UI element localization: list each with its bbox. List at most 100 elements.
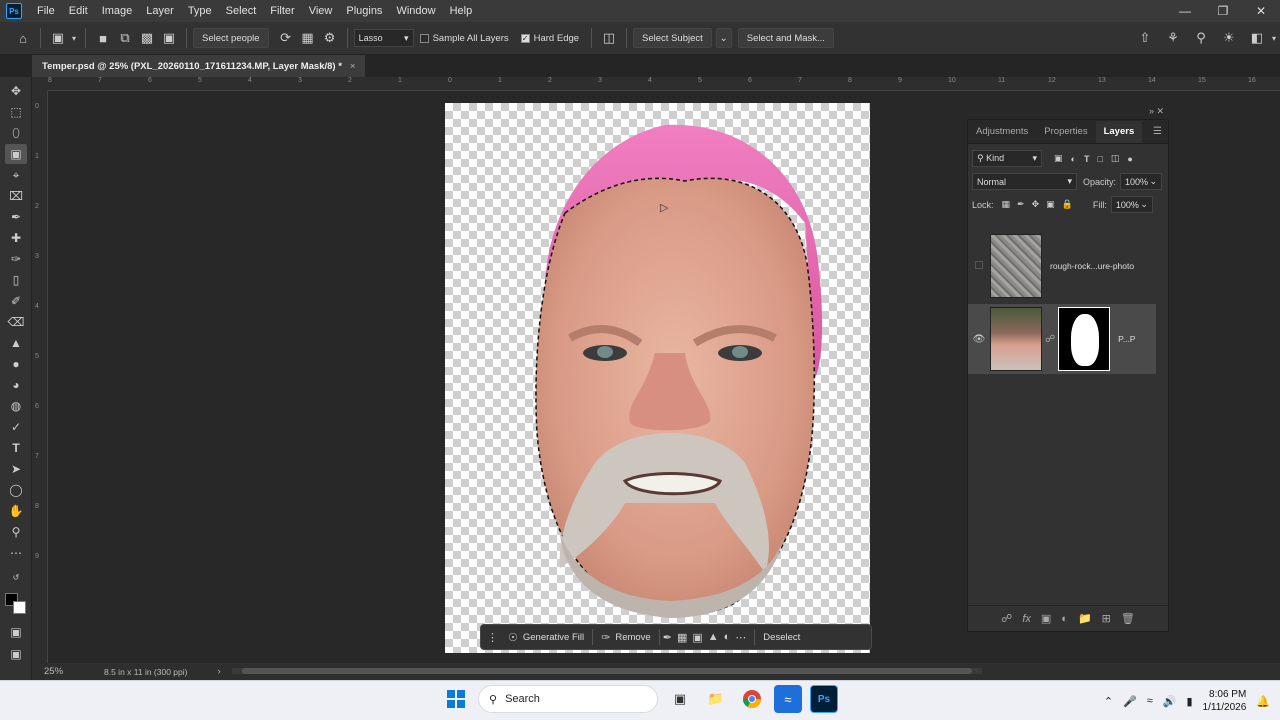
filter-pixel-icon[interactable]: ▣ [1054, 153, 1063, 164]
eraser-tool-icon[interactable]: ⌫ [5, 312, 27, 332]
refresh-icon[interactable]: ⟳ [275, 27, 297, 49]
new-layer-icon[interactable]: ⊞ [1102, 612, 1111, 625]
lock-artboard-icon[interactable]: ▣ [1046, 199, 1055, 210]
crop-tool-icon[interactable]: ⌖ [5, 165, 27, 185]
chrome-icon[interactable] [738, 685, 766, 713]
transform-selection-icon[interactable]: ▦ [677, 631, 687, 644]
drag-handle-icon[interactable]: ⋮ [487, 631, 498, 644]
tool-preset-icon[interactable]: ▣ [47, 27, 69, 49]
add-mask-icon[interactable]: ▣ [1041, 612, 1051, 625]
quick-mask-icon[interactable]: ▣ [5, 622, 27, 642]
menu-edit[interactable]: Edit [62, 0, 95, 22]
menu-window[interactable]: Window [389, 0, 442, 22]
filter-adjustment-icon[interactable]: ◐ [1071, 154, 1076, 164]
bell-icon[interactable]: ⚘ [1162, 27, 1184, 49]
lock-image-icon[interactable]: ✒ [1017, 199, 1025, 210]
horizontal-ruler[interactable]: 8 7 6 5 4 3 2 1 0 1 2 3 4 5 6 7 8 9 10 11 12 13 14 15 16 [48, 77, 1280, 91]
workspace-icon[interactable]: ◧ [1246, 27, 1268, 49]
lasso-tool-icon[interactable]: ⬯ [5, 123, 27, 143]
new-selection-icon[interactable]: ■ [92, 27, 114, 49]
battery-icon[interactable]: ▮ [1186, 695, 1192, 708]
panel-collapse-icon[interactable]: » ✕ [1149, 106, 1164, 117]
object-finder-icon[interactable]: ▦ [297, 27, 319, 49]
select-people-button[interactable]: Select people [193, 28, 269, 48]
maximize-icon[interactable]: ❐ [1204, 0, 1242, 22]
document-tab[interactable]: Temper.psd @ 25% (PXL_20260110_171611234… [32, 55, 366, 77]
panel-menu-icon[interactable]: ☰ [1153, 121, 1162, 143]
history-brush-tool-icon[interactable]: ✐ [5, 291, 27, 311]
filter-type-icon[interactable]: T [1084, 154, 1090, 164]
background-color-swatch[interactable] [13, 601, 26, 614]
new-group-icon[interactable]: 📁 [1078, 612, 1092, 625]
chevron-up-icon[interactable]: ⌃ [1104, 695, 1113, 708]
type-tool-icon[interactable]: T [5, 438, 27, 458]
trash-icon[interactable]: 🗑 [1121, 612, 1135, 625]
remove-button[interactable]: ✑ Remove [601, 631, 651, 644]
opacity-input[interactable]: 100% ⌄ [1120, 173, 1163, 190]
layer-name[interactable]: rough-rock...ure-photo [1050, 261, 1134, 271]
task-view-icon[interactable]: ▣ [666, 685, 694, 713]
pen-tool-icon[interactable]: ✓ [5, 417, 27, 437]
gear-icon[interactable]: ⚙ [319, 27, 341, 49]
modify-selection-icon[interactable]: ✒ [663, 631, 672, 644]
layer-row[interactable]: rough-rock...ure-photo [968, 231, 1156, 301]
menu-image[interactable]: Image [95, 0, 140, 22]
add-selection-icon[interactable]: ⧉ [114, 27, 136, 49]
path-selection-tool-icon[interactable]: ➤ [5, 459, 27, 479]
hard-edge-checkbox[interactable]: ✓ Hard Edge [520, 33, 579, 44]
paint-bucket-tool-icon[interactable]: ▲ [5, 333, 27, 353]
search-icon[interactable]: ⚲ [1190, 27, 1212, 49]
layer-row-selected[interactable]: 👁 ☍ P...P [968, 304, 1156, 374]
healing-brush-tool-icon[interactable]: ✚ [5, 228, 27, 248]
adjustment-layer-icon[interactable]: ◐ [724, 631, 731, 643]
object-selection-tool-icon[interactable]: ▣ [5, 144, 27, 164]
menu-file[interactable]: File [30, 0, 62, 22]
photoshop-taskbar-icon[interactable]: Ps [810, 685, 838, 713]
feedback-icon[interactable]: ◫ [598, 27, 620, 49]
close-tab-icon[interactable]: × [350, 61, 356, 72]
frame-tool-icon[interactable]: ⌧ [5, 186, 27, 206]
eye-icon[interactable]: 👁 [968, 334, 990, 345]
chevron-right-icon[interactable]: › [217, 666, 220, 677]
discover-icon[interactable]: ☀ [1218, 27, 1240, 49]
share-icon[interactable]: ⇧ [1134, 27, 1156, 49]
lock-all-icon[interactable]: 🔒 [1062, 199, 1073, 210]
canvas-area[interactable]: ▷ ⋮ ☉ Generative Fill ✑ Remove ✒ ▦ ▣ ▲ ◐ ⋯… [48, 91, 1280, 663]
minimize-icon[interactable]: — [1166, 0, 1204, 22]
blur-tool-icon[interactable]: ● [5, 354, 27, 374]
fill-input[interactable]: 100% ⌄ [1110, 196, 1153, 213]
menu-plugins[interactable]: Plugins [339, 0, 389, 22]
link-icon[interactable]: ☍ [1045, 334, 1055, 345]
mode-select[interactable]: Lasso ▾ [353, 29, 414, 47]
zoom-level[interactable]: 25% [44, 666, 104, 677]
home-icon[interactable]: ⌂ [12, 27, 34, 49]
menu-view[interactable]: View [302, 0, 340, 22]
smudge-tool-icon[interactable]: ◍ [5, 396, 27, 416]
select-subject-dropdown[interactable]: ⌄ [715, 28, 732, 48]
deselect-button[interactable]: Deselect [763, 632, 800, 643]
tab-adjustments[interactable]: Adjustments [968, 121, 1036, 143]
tab-layers[interactable]: Layers [1095, 121, 1143, 143]
eyedropper-tool-icon[interactable]: ✒ [5, 207, 27, 227]
filter-shape-icon[interactable]: □ [1097, 154, 1102, 164]
link-layers-icon[interactable]: ☍ [1001, 612, 1012, 625]
visibility-toggle-icon[interactable] [968, 260, 990, 272]
clock[interactable]: 8:06 PM 1/11/2026 [1203, 688, 1247, 714]
zoom-tool-icon[interactable]: ⚲ [5, 522, 27, 542]
new-adjustment-icon[interactable]: ◐ [1061, 613, 1068, 625]
brush-tool-icon[interactable]: ✑ [5, 249, 27, 269]
menu-layer[interactable]: Layer [139, 0, 181, 22]
layer-mask-thumbnail[interactable] [1058, 307, 1111, 371]
more-tools-icon[interactable]: ⋯ [5, 543, 27, 563]
app-icon[interactable]: ≈ [774, 685, 802, 713]
sample-all-layers-checkbox[interactable]: Sample All Layers [419, 33, 509, 44]
filter-kind-select[interactable]: ⚲ Kind ▾ [972, 150, 1042, 167]
more-options-icon[interactable]: ⋯ [735, 631, 746, 644]
document-canvas[interactable] [445, 103, 870, 653]
filter-toggle-icon[interactable]: ● [1127, 154, 1132, 164]
blend-mode-select[interactable]: Normal ▾ [972, 173, 1077, 190]
layer-name[interactable]: P...P [1118, 334, 1135, 344]
menu-type[interactable]: Type [181, 0, 219, 22]
dodge-tool-icon[interactable]: ◕ [5, 375, 27, 395]
mask-icon[interactable]: ▣ [692, 631, 702, 644]
